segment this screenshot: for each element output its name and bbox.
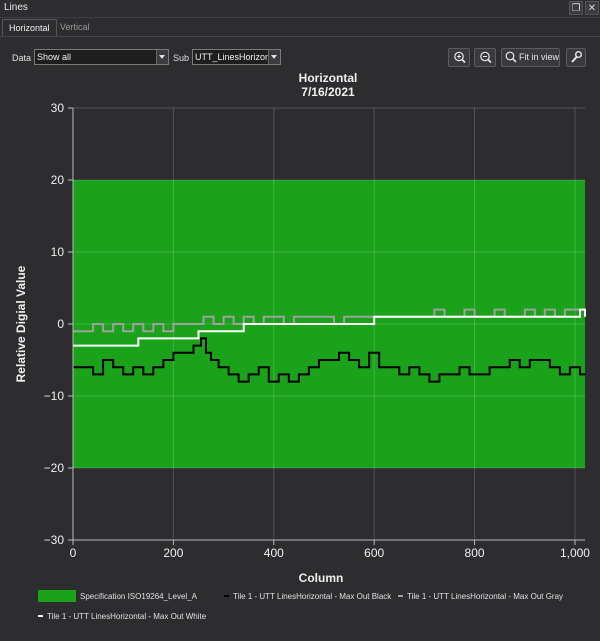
x-tick-label: 200: [163, 546, 183, 560]
x-tick-label: 400: [264, 546, 284, 560]
x-tick-label: 800: [465, 546, 485, 560]
chart-subtitle: 7/16/2021: [301, 85, 355, 99]
legend-label-max-out-black: Tile 1 - UTT LinesHorizontal - Max Out B…: [233, 592, 392, 601]
y-tick-label: −10: [44, 389, 65, 403]
y-tick-label: −30: [44, 533, 65, 547]
legend-label-spec: Specification ISO19264_Level_A: [80, 592, 198, 601]
legend-label-max-out-gray: Tile 1 - UTT LinesHorizontal - Max Out G…: [407, 592, 563, 601]
y-tick-label: 20: [51, 173, 65, 187]
x-tick-label: 0: [70, 546, 77, 560]
y-axis-label: Relative Digial Value: [14, 265, 28, 382]
y-tick-label: −20: [44, 461, 65, 475]
chart: 0 200 400 600 800 1,000 −30 −20 −10 0 10 20 30 Speci…: [14, 71, 590, 621]
legend-swatch-spec: [38, 590, 76, 602]
x-tick-label: 1,000: [560, 546, 590, 560]
y-tick-label: 30: [51, 101, 65, 115]
x-tick-label: 600: [364, 546, 384, 560]
x-axis-label: Column: [299, 571, 344, 585]
y-tick-label: 10: [51, 245, 65, 259]
legend-label-max-out-white: Tile 1 - UTT LinesHorizontal - Max Out W…: [47, 612, 207, 621]
chart-title: Horizontal: [299, 71, 358, 85]
y-tick-label: 0: [57, 317, 64, 331]
